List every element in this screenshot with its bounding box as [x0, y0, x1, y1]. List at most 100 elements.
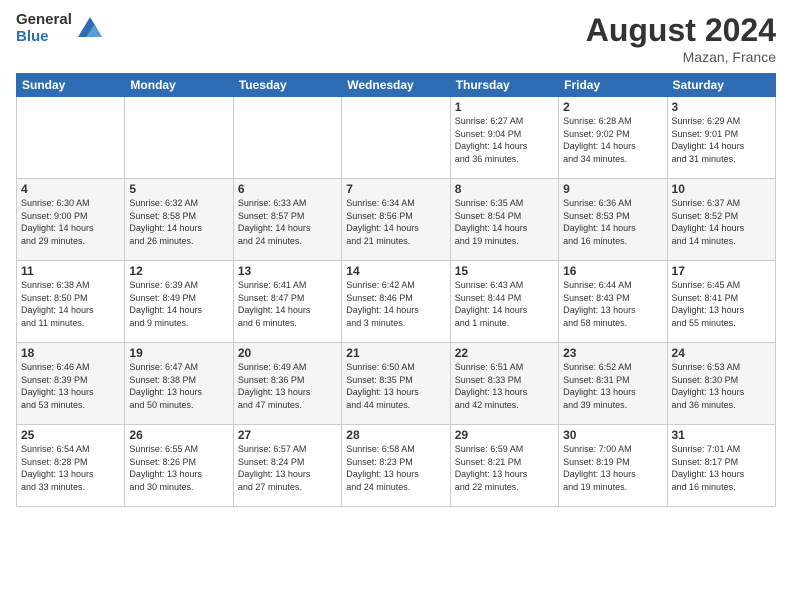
table-cell: 31Sunrise: 7:01 AM Sunset: 8:17 PM Dayli…	[667, 425, 775, 507]
day-info: Sunrise: 7:01 AM Sunset: 8:17 PM Dayligh…	[672, 443, 771, 493]
table-cell: 17Sunrise: 6:45 AM Sunset: 8:41 PM Dayli…	[667, 261, 775, 343]
day-info: Sunrise: 6:34 AM Sunset: 8:56 PM Dayligh…	[346, 197, 445, 247]
table-cell: 19Sunrise: 6:47 AM Sunset: 8:38 PM Dayli…	[125, 343, 233, 425]
table-cell: 27Sunrise: 6:57 AM Sunset: 8:24 PM Dayli…	[233, 425, 341, 507]
day-number: 18	[21, 346, 120, 360]
header-friday: Friday	[559, 74, 667, 97]
table-cell: 13Sunrise: 6:41 AM Sunset: 8:47 PM Dayli…	[233, 261, 341, 343]
day-info: Sunrise: 6:54 AM Sunset: 8:28 PM Dayligh…	[21, 443, 120, 493]
table-cell: 11Sunrise: 6:38 AM Sunset: 8:50 PM Dayli…	[17, 261, 125, 343]
day-info: Sunrise: 6:57 AM Sunset: 8:24 PM Dayligh…	[238, 443, 337, 493]
day-info: Sunrise: 6:30 AM Sunset: 9:00 PM Dayligh…	[21, 197, 120, 247]
day-number: 8	[455, 182, 554, 196]
day-number: 2	[563, 100, 662, 114]
day-info: Sunrise: 6:46 AM Sunset: 8:39 PM Dayligh…	[21, 361, 120, 411]
day-number: 9	[563, 182, 662, 196]
week-row-4: 25Sunrise: 6:54 AM Sunset: 8:28 PM Dayli…	[17, 425, 776, 507]
day-info: Sunrise: 6:32 AM Sunset: 8:58 PM Dayligh…	[129, 197, 228, 247]
week-row-3: 18Sunrise: 6:46 AM Sunset: 8:39 PM Dayli…	[17, 343, 776, 425]
day-number: 23	[563, 346, 662, 360]
day-number: 22	[455, 346, 554, 360]
day-info: Sunrise: 6:27 AM Sunset: 9:04 PM Dayligh…	[455, 115, 554, 165]
day-info: Sunrise: 6:47 AM Sunset: 8:38 PM Dayligh…	[129, 361, 228, 411]
table-cell: 9Sunrise: 6:36 AM Sunset: 8:53 PM Daylig…	[559, 179, 667, 261]
day-info: Sunrise: 6:43 AM Sunset: 8:44 PM Dayligh…	[455, 279, 554, 329]
table-cell: 26Sunrise: 6:55 AM Sunset: 8:26 PM Dayli…	[125, 425, 233, 507]
day-number: 7	[346, 182, 445, 196]
week-row-1: 4Sunrise: 6:30 AM Sunset: 9:00 PM Daylig…	[17, 179, 776, 261]
day-number: 1	[455, 100, 554, 114]
table-cell	[125, 97, 233, 179]
table-cell	[233, 97, 341, 179]
day-number: 13	[238, 264, 337, 278]
table-cell: 15Sunrise: 6:43 AM Sunset: 8:44 PM Dayli…	[450, 261, 558, 343]
table-cell: 6Sunrise: 6:33 AM Sunset: 8:57 PM Daylig…	[233, 179, 341, 261]
day-info: Sunrise: 6:42 AM Sunset: 8:46 PM Dayligh…	[346, 279, 445, 329]
day-number: 16	[563, 264, 662, 278]
day-info: Sunrise: 7:00 AM Sunset: 8:19 PM Dayligh…	[563, 443, 662, 493]
day-number: 6	[238, 182, 337, 196]
header-wednesday: Wednesday	[342, 74, 450, 97]
weekday-header-row: Sunday Monday Tuesday Wednesday Thursday…	[17, 74, 776, 97]
day-number: 26	[129, 428, 228, 442]
table-cell: 3Sunrise: 6:29 AM Sunset: 9:01 PM Daylig…	[667, 97, 775, 179]
day-number: 21	[346, 346, 445, 360]
table-cell: 16Sunrise: 6:44 AM Sunset: 8:43 PM Dayli…	[559, 261, 667, 343]
day-info: Sunrise: 6:50 AM Sunset: 8:35 PM Dayligh…	[346, 361, 445, 411]
day-info: Sunrise: 6:45 AM Sunset: 8:41 PM Dayligh…	[672, 279, 771, 329]
table-cell: 25Sunrise: 6:54 AM Sunset: 8:28 PM Dayli…	[17, 425, 125, 507]
week-row-0: 1Sunrise: 6:27 AM Sunset: 9:04 PM Daylig…	[17, 97, 776, 179]
day-info: Sunrise: 6:29 AM Sunset: 9:01 PM Dayligh…	[672, 115, 771, 165]
logo: General Blue	[16, 12, 104, 45]
day-number: 12	[129, 264, 228, 278]
table-cell	[17, 97, 125, 179]
day-info: Sunrise: 6:36 AM Sunset: 8:53 PM Dayligh…	[563, 197, 662, 247]
day-info: Sunrise: 6:59 AM Sunset: 8:21 PM Dayligh…	[455, 443, 554, 493]
header-saturday: Saturday	[667, 74, 775, 97]
header: General Blue August 2024 Mazan, France	[16, 12, 776, 65]
table-cell: 7Sunrise: 6:34 AM Sunset: 8:56 PM Daylig…	[342, 179, 450, 261]
day-number: 3	[672, 100, 771, 114]
day-info: Sunrise: 6:28 AM Sunset: 9:02 PM Dayligh…	[563, 115, 662, 165]
table-cell: 29Sunrise: 6:59 AM Sunset: 8:21 PM Dayli…	[450, 425, 558, 507]
day-number: 15	[455, 264, 554, 278]
logo-general: General	[16, 12, 72, 29]
page: General Blue August 2024 Mazan, France S…	[0, 0, 792, 612]
day-number: 4	[21, 182, 120, 196]
day-info: Sunrise: 6:53 AM Sunset: 8:30 PM Dayligh…	[672, 361, 771, 411]
table-cell: 30Sunrise: 7:00 AM Sunset: 8:19 PM Dayli…	[559, 425, 667, 507]
day-info: Sunrise: 6:37 AM Sunset: 8:52 PM Dayligh…	[672, 197, 771, 247]
day-number: 11	[21, 264, 120, 278]
day-number: 19	[129, 346, 228, 360]
day-number: 10	[672, 182, 771, 196]
header-tuesday: Tuesday	[233, 74, 341, 97]
day-number: 14	[346, 264, 445, 278]
location: Mazan, France	[586, 49, 776, 65]
day-info: Sunrise: 6:58 AM Sunset: 8:23 PM Dayligh…	[346, 443, 445, 493]
table-cell: 28Sunrise: 6:58 AM Sunset: 8:23 PM Dayli…	[342, 425, 450, 507]
day-info: Sunrise: 6:55 AM Sunset: 8:26 PM Dayligh…	[129, 443, 228, 493]
day-info: Sunrise: 6:35 AM Sunset: 8:54 PM Dayligh…	[455, 197, 554, 247]
table-cell: 14Sunrise: 6:42 AM Sunset: 8:46 PM Dayli…	[342, 261, 450, 343]
header-sunday: Sunday	[17, 74, 125, 97]
day-info: Sunrise: 6:39 AM Sunset: 8:49 PM Dayligh…	[129, 279, 228, 329]
day-info: Sunrise: 6:33 AM Sunset: 8:57 PM Dayligh…	[238, 197, 337, 247]
day-number: 24	[672, 346, 771, 360]
month-title: August 2024	[586, 12, 776, 49]
table-cell: 21Sunrise: 6:50 AM Sunset: 8:35 PM Dayli…	[342, 343, 450, 425]
logo-text: General Blue	[16, 12, 72, 45]
day-info: Sunrise: 6:41 AM Sunset: 8:47 PM Dayligh…	[238, 279, 337, 329]
day-info: Sunrise: 6:38 AM Sunset: 8:50 PM Dayligh…	[21, 279, 120, 329]
table-cell: 12Sunrise: 6:39 AM Sunset: 8:49 PM Dayli…	[125, 261, 233, 343]
table-cell: 22Sunrise: 6:51 AM Sunset: 8:33 PM Dayli…	[450, 343, 558, 425]
day-number: 28	[346, 428, 445, 442]
table-cell: 1Sunrise: 6:27 AM Sunset: 9:04 PM Daylig…	[450, 97, 558, 179]
day-number: 27	[238, 428, 337, 442]
table-cell: 10Sunrise: 6:37 AM Sunset: 8:52 PM Dayli…	[667, 179, 775, 261]
table-cell: 24Sunrise: 6:53 AM Sunset: 8:30 PM Dayli…	[667, 343, 775, 425]
header-monday: Monday	[125, 74, 233, 97]
week-row-2: 11Sunrise: 6:38 AM Sunset: 8:50 PM Dayli…	[17, 261, 776, 343]
calendar-table: Sunday Monday Tuesday Wednesday Thursday…	[16, 73, 776, 507]
title-block: August 2024 Mazan, France	[586, 12, 776, 65]
header-thursday: Thursday	[450, 74, 558, 97]
